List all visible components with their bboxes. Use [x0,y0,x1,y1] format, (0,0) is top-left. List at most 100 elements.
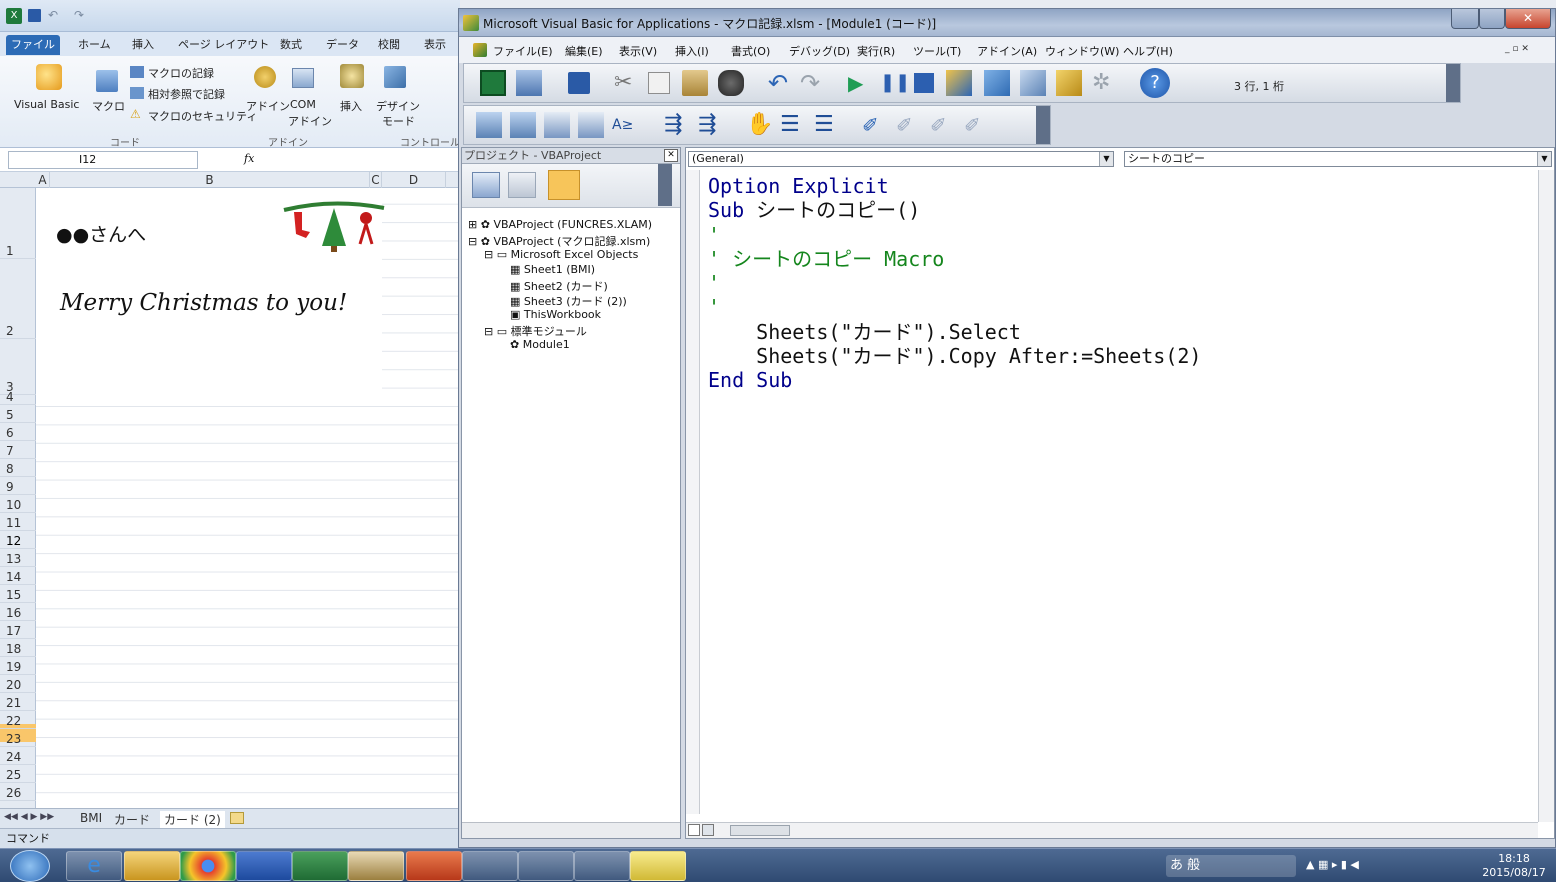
complete-word-icon[interactable]: A≥ [612,112,638,138]
toggle-folders-icon[interactable] [548,170,580,200]
menu-format[interactable]: 書式(O) [731,43,770,59]
save-icon[interactable] [568,72,590,94]
design-mode-button[interactable]: デザイン [376,98,420,114]
procedure-view-icon[interactable] [688,824,700,836]
scroll-thumb[interactable] [730,825,790,836]
sheet-tab-card[interactable]: カード [114,811,150,828]
macro-security-button[interactable]: マクロのセキュリティ [148,108,257,124]
row-header[interactable]: 16 [0,606,36,621]
project-explorer-icon[interactable] [984,70,1010,96]
excel-app-icon[interactable]: X [6,8,22,24]
visual-basic-icon[interactable] [36,64,62,90]
row-header[interactable]: 19 [0,660,36,675]
tree-node-modules[interactable]: ⊟ ▭ 標準モジュール [484,323,587,339]
tree-node-sheet1[interactable]: ▦ Sheet1 (BMI) [510,263,595,276]
undo-icon[interactable]: ↶ [48,8,58,22]
tab-formulas[interactable]: 数式 [280,36,302,52]
chevron-down-icon[interactable]: ▼ [1099,152,1113,166]
row-header[interactable]: 17 [0,624,36,639]
comment-block-icon[interactable]: ☰ [780,112,806,138]
row-header[interactable]: 7 [0,444,36,459]
project-horizontal-scrollbar[interactable] [462,822,680,838]
paste-icon[interactable] [682,70,708,96]
row-header[interactable]: 11 [0,516,36,531]
list-constants-icon[interactable] [510,112,536,138]
taskbar-sticky-notes-icon[interactable] [630,851,686,881]
tree-node-excel-objects[interactable]: ⊟ ▭ Microsoft Excel Objects [484,248,638,261]
maximize-button[interactable] [1479,9,1505,29]
code-comment-line[interactable]: ' [708,271,1528,295]
run-icon[interactable]: ▶ [848,70,874,96]
tree-node-thisworkbook[interactable]: ▣ ThisWorkbook [510,308,601,321]
object-combo[interactable]: (General) ▼ [688,151,1114,167]
view-object-icon[interactable] [508,172,536,198]
menu-debug[interactable]: デバッグ(D) [789,43,850,59]
tab-view[interactable]: 表示 [424,36,446,52]
menu-insert[interactable]: 挿入(I) [675,43,709,59]
row-header[interactable]: 5 [0,408,36,423]
undo-icon[interactable]: ↶ [768,70,794,96]
menu-window[interactable]: ウィンドウ(W) [1045,43,1119,59]
relative-ref-icon[interactable] [130,87,144,99]
tray-icons[interactable]: ▲ ▦ ▸ ▮ ◀ [1306,858,1359,871]
insert-control-button[interactable]: 挿入 [340,98,362,114]
chevron-down-icon[interactable]: ▼ [1537,152,1551,166]
quick-info-icon[interactable] [544,112,570,138]
object-browser-icon[interactable] [1056,70,1082,96]
next-bookmark-icon[interactable]: ✐ [896,112,922,138]
taskbar-network-icon[interactable] [574,851,630,881]
insert-control-icon[interactable] [340,64,364,88]
taskbar-calculator-icon[interactable] [518,851,574,881]
properties-icon[interactable] [1020,70,1046,96]
sheet-tab-card-2-active[interactable]: カード (2) [160,811,225,828]
close-button[interactable]: ✕ [1505,9,1551,29]
ime-toolbar-icon[interactable]: あ 般 [1166,855,1296,877]
copy-icon[interactable] [648,72,670,94]
com-addin-icon[interactable] [292,68,314,88]
indent-icon[interactable]: ⇶ [664,112,690,138]
find-icon[interactable] [718,70,744,96]
macro-icon[interactable] [96,70,118,92]
previous-bookmark-icon[interactable]: ✐ [930,112,956,138]
tree-node-sheet2[interactable]: ▦ Sheet2 (カード) [510,278,608,294]
cut-icon[interactable]: ✂ [614,70,640,96]
row-header[interactable]: 26 [0,786,36,801]
fx-icon[interactable]: fx [244,152,254,165]
mdi-controls-icon[interactable]: _ ▫ ✕ [1505,44,1529,54]
taskbar-paint-icon[interactable] [348,851,404,881]
taskbar-excel-icon[interactable] [292,851,348,881]
tab-page-layout[interactable]: ページ レイアウト [178,36,269,52]
row-header[interactable]: 10 [0,498,36,513]
tab-file[interactable]: ファイル [6,35,60,55]
code-comment-line[interactable]: ' シートのコピー Macro [708,247,1528,271]
tree-node-module1[interactable]: ✿ Module1 [510,338,570,351]
cell-b2-message[interactable]: Merry Christmas to you! [60,290,347,316]
name-box[interactable]: I12 [8,151,198,169]
column-header-b[interactable]: B [50,172,370,188]
minimize-button[interactable] [1451,9,1479,29]
sheet-tab-bmi[interactable]: BMI [80,811,102,825]
row-header[interactable]: 13 [0,552,36,567]
column-header-d[interactable]: D [382,172,446,188]
view-code-icon[interactable] [472,172,500,198]
redo-icon[interactable]: ↷ [74,8,84,22]
vbe-menu-icon[interactable] [473,43,487,57]
row-header[interactable]: 23 [0,732,36,747]
full-module-view-icon[interactable] [702,824,714,836]
bookmark-toggle-icon[interactable]: ✐ [862,112,888,138]
redo-icon[interactable]: ↷ [800,70,826,96]
row-header[interactable]: 6 [0,426,36,441]
row-header[interactable]: 1 [0,244,36,259]
tree-node-funcres[interactable]: ⊞ ✿ VBAProject (FUNCRES.XLAM) [468,218,652,231]
procedure-combo[interactable]: シートのコピー ▼ [1124,151,1552,167]
clear-bookmarks-icon[interactable]: ✐ [964,112,990,138]
view-excel-icon[interactable] [480,70,506,96]
taskbar-app-icon[interactable] [462,851,518,881]
row-header[interactable]: 18 [0,642,36,657]
help-icon[interactable]: ? [1140,68,1170,98]
tree-node-project[interactable]: ⊟ ✿ VBAProject (マクロ記録.xlsm) [468,233,650,249]
code-vertical-scrollbar[interactable] [1538,170,1554,822]
record-macro-button[interactable]: マクロの記録 [148,65,214,81]
code-line[interactable]: Sheets("カード").Copy After:=Sheets(2) [708,344,1528,368]
toolbar-overflow-icon[interactable] [1446,64,1460,102]
